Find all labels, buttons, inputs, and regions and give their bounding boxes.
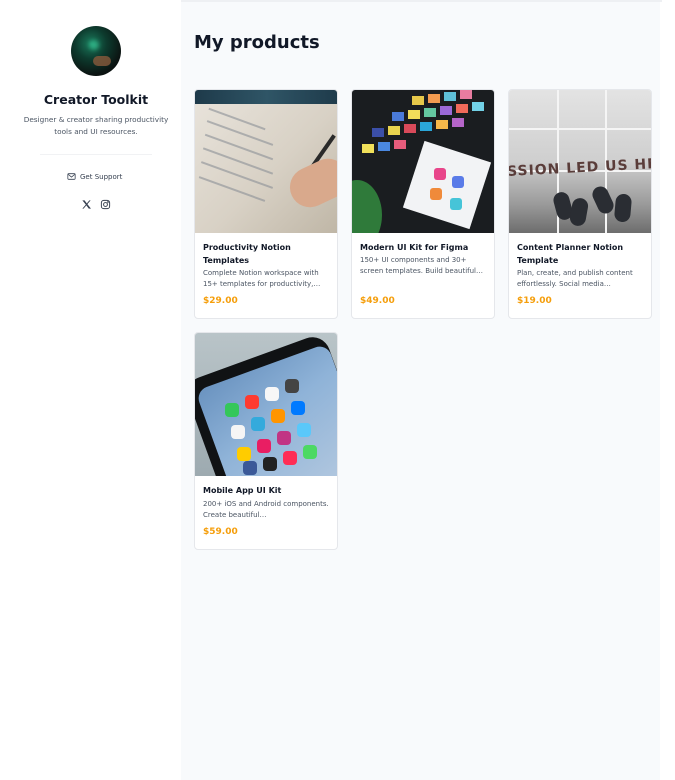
product-title: Mobile App UI Kit — [203, 486, 282, 495]
social-links — [81, 199, 111, 210]
avatar — [71, 26, 121, 76]
get-support-label: Get Support — [80, 172, 123, 181]
get-support-button[interactable]: Get Support — [67, 172, 122, 181]
product-image: SSION LED US HE — [509, 90, 652, 233]
x-icon[interactable] — [81, 199, 92, 210]
product-title: Content Planner Notion Template — [517, 243, 624, 265]
page-title: My products — [194, 32, 320, 53]
product-card[interactable]: Modern UI Kit for Figma 150+ UI componen… — [351, 89, 495, 319]
product-image — [195, 90, 337, 233]
profile-name: Creator Toolkit — [43, 92, 149, 107]
avatar-glow — [89, 40, 99, 50]
product-price: $19.00 — [517, 296, 552, 306]
product-description: Plan, create, and publish content effort… — [517, 269, 633, 288]
thumb-sign-text: SSION LED US HE — [509, 156, 652, 180]
product-description: Complete Notion workspace with 15+ templ… — [203, 269, 321, 288]
products-main: My products Productivity Notion Template… — [181, 2, 660, 780]
product-title: Modern UI Kit for Figma — [360, 243, 469, 252]
product-card[interactable]: SSION LED US HE Content Planner Notion T… — [508, 89, 652, 319]
product-card[interactable]: Mobile App UI Kit 200+ iOS and Android c… — [194, 332, 338, 550]
profile-sidebar: Creator Toolkit Designer & creator shari… — [0, 0, 181, 780]
product-image — [352, 90, 494, 233]
product-price: $49.00 — [360, 296, 395, 306]
product-image — [195, 333, 337, 476]
product-title: Productivity Notion Templates — [203, 243, 291, 265]
product-description: 150+ UI components and 30+ screen templa… — [360, 256, 483, 275]
product-price: $29.00 — [203, 296, 238, 306]
product-price: $59.00 — [203, 527, 238, 537]
product-description: 200+ iOS and Android components. Create … — [203, 500, 329, 519]
divider — [40, 154, 152, 155]
mail-icon — [67, 173, 76, 180]
profile-description: Designer & creator sharing productivity … — [23, 115, 169, 136]
avatar-detail — [93, 56, 111, 66]
instagram-icon[interactable] — [100, 199, 111, 210]
product-card[interactable]: Productivity Notion Templates Complete N… — [194, 89, 338, 319]
